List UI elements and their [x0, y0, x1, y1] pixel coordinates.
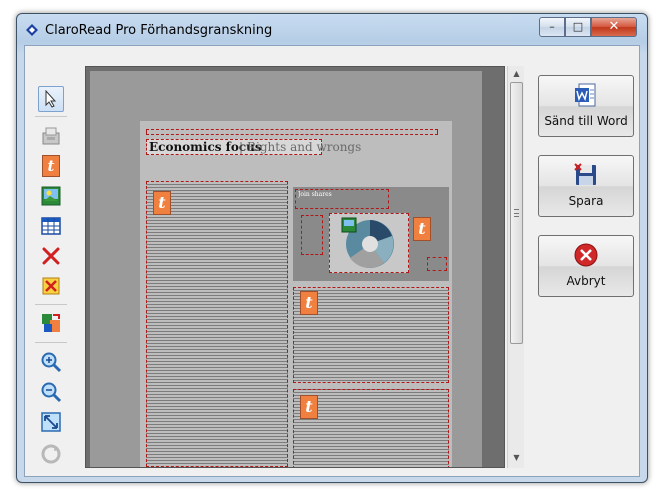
cancel-label: Avbryt: [566, 274, 606, 288]
document-preview[interactable]: Economics focus | Rights and wrongs t Jo…: [85, 66, 505, 468]
zoom-out-icon: [41, 382, 62, 403]
scanned-page: Economics focus | Rights and wrongs t Jo…: [90, 71, 482, 467]
scroll-up-icon[interactable]: ▲: [511, 69, 522, 80]
scanner-icon: [42, 127, 60, 145]
table-zone-icon: [41, 217, 61, 235]
delete-zone-icon: [42, 247, 60, 265]
select-pointer-icon: [45, 90, 57, 108]
cancel-icon: [574, 243, 598, 267]
minimize-button[interactable]: –: [539, 17, 565, 37]
scroll-down-icon[interactable]: ▼: [511, 453, 522, 464]
save-label: Spara: [568, 194, 604, 208]
article-subheading: Rights and wrongs: [247, 140, 362, 154]
preview-window: ClaroRead Pro Förhandsgranskning – □ ✕ t: [16, 13, 648, 483]
pie-chart-picture-icon: [341, 217, 394, 268]
cancel-button[interactable]: Avbryt: [538, 235, 634, 297]
scanner-button[interactable]: [38, 123, 64, 149]
text-zone-button[interactable]: t: [38, 153, 64, 179]
close-button[interactable]: ✕: [591, 17, 637, 37]
text-zone-marker-icon[interactable]: t: [153, 191, 171, 215]
window-title: ClaroRead Pro Förhandsgranskning: [45, 23, 273, 38]
auto-zone-icon: [42, 314, 60, 332]
scroll-thumb[interactable]: [510, 82, 523, 344]
grip-icon: [514, 209, 519, 217]
delete-all-zones-button[interactable]: [38, 273, 64, 299]
preview-scrollbar[interactable]: ▲ ▼: [507, 66, 524, 468]
chart-caption-zone[interactable]: Join shares: [295, 189, 389, 209]
picture-zone-button[interactable]: [38, 183, 64, 209]
text-zone-marker-icon[interactable]: t: [300, 395, 318, 419]
picture-zone[interactable]: [329, 213, 409, 273]
text-zone-column-1[interactable]: [146, 181, 288, 467]
zoom-in-button[interactable]: [38, 349, 64, 375]
zoom-out-button[interactable]: [38, 379, 64, 405]
rotate-icon: [41, 444, 61, 464]
text-zone-marker-icon[interactable]: t: [413, 217, 431, 241]
heading-pipe: |: [239, 140, 244, 154]
toolbar-divider: [35, 304, 67, 305]
text-zone-marker-icon[interactable]: t: [300, 291, 318, 315]
picture-zone-icon: [41, 186, 61, 206]
maximize-button[interactable]: □: [565, 17, 591, 37]
send-to-word-label: Sänd till Word: [544, 114, 628, 128]
claroread-logo-icon: [26, 24, 38, 36]
table-zone-button[interactable]: [38, 213, 64, 239]
page-body: Economics focus | Rights and wrongs t Jo…: [140, 121, 452, 467]
zone-toolbar: t: [25, 46, 81, 476]
toolbar-divider: [35, 116, 67, 117]
zoom-in-icon: [41, 352, 62, 373]
header-zone[interactable]: [146, 129, 438, 135]
chart-legend-zone[interactable]: [427, 257, 447, 271]
chart-caption: Join shares: [298, 191, 332, 198]
delete-zone-button[interactable]: [38, 243, 64, 269]
fit-page-button[interactable]: [38, 409, 64, 435]
delete-all-zones-icon: [42, 277, 60, 295]
title-bar[interactable]: ClaroRead Pro Förhandsgranskning – □ ✕: [17, 14, 647, 45]
auto-zone-button[interactable]: [38, 310, 64, 336]
word-document-icon: [575, 83, 596, 107]
chart-area: Join shares t: [293, 187, 449, 281]
send-to-word-button[interactable]: Sänd till Word: [538, 75, 634, 137]
rotate-button[interactable]: [38, 441, 64, 467]
heading-zone[interactable]: Economics focus | Rights and wrongs: [146, 139, 361, 155]
chart-label-zone[interactable]: [301, 215, 323, 255]
floppy-disk-icon: [574, 163, 596, 185]
article-heading: Economics focus: [149, 140, 262, 154]
fit-page-icon: [41, 412, 61, 432]
save-button[interactable]: Spara: [538, 155, 634, 217]
text-zone-icon: t: [42, 155, 60, 177]
client-area: t Economics focus | Rights and wrongs t …: [24, 45, 640, 477]
toolbar-divider: [35, 342, 67, 343]
select-tool-button[interactable]: [38, 86, 64, 112]
